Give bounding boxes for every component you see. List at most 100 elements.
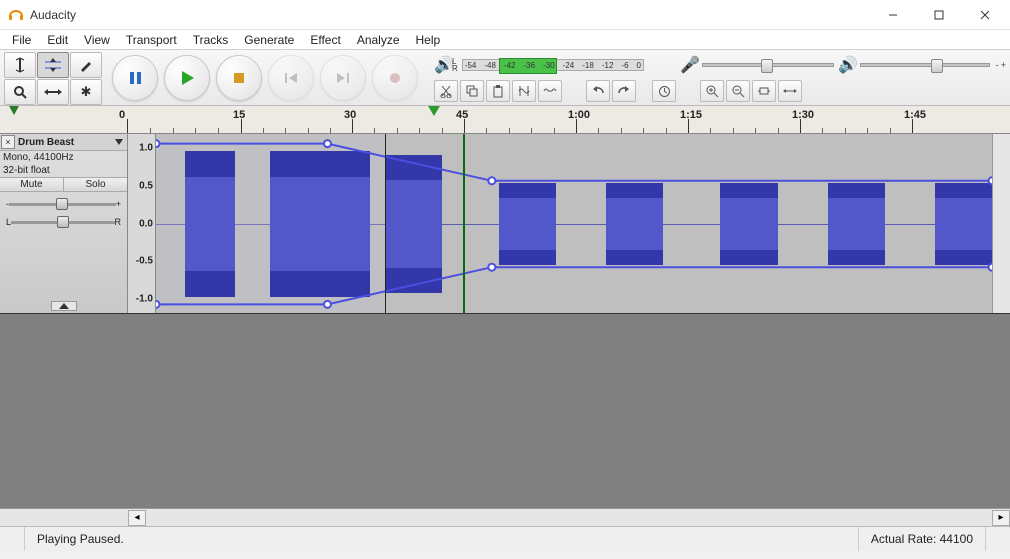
track-bitdepth: 32-bit float: [0, 164, 127, 177]
track-format: Mono, 44100Hz: [0, 151, 127, 164]
recording-volume[interactable]: 🎤 - +: [680, 53, 850, 77]
meter-tick: -48: [484, 61, 496, 70]
cut-button[interactable]: [434, 80, 458, 102]
playback-volume[interactable]: 🔊 - +: [838, 53, 1006, 77]
empty-track-area[interactable]: [0, 314, 1010, 508]
menu-help[interactable]: Help: [408, 31, 449, 49]
gain-plus-icon: +: [116, 199, 121, 209]
scale-label: 0.5: [139, 180, 153, 191]
waveform-canvas[interactable]: [156, 134, 992, 313]
status-bar: Playing Paused. Actual Rate: 44100: [0, 526, 1010, 551]
meter-tick: -24: [563, 61, 575, 70]
pan-right-icon: R: [115, 217, 122, 227]
meter-tick: -42: [504, 61, 516, 70]
speaker-icon: 🔊: [838, 55, 854, 75]
app-icon: [8, 7, 30, 23]
sync-toolbar: [652, 80, 676, 102]
edit-toolbar: [434, 80, 562, 102]
playback-minus-icon: -: [996, 60, 999, 70]
menu-analyze[interactable]: Analyze: [349, 31, 408, 49]
meter-tick: -36: [524, 61, 536, 70]
copy-button[interactable]: [460, 80, 484, 102]
meter-tick: -6: [621, 61, 628, 70]
meter-scale: -54 -48 -42 -36 -30 -24 -18 -12 -6 0: [462, 59, 644, 71]
solo-button[interactable]: Solo: [64, 178, 127, 191]
tracks-area: × Drum Beast Mono, 44100Hz 32-bit float …: [0, 134, 1010, 526]
meter-tick: -18: [582, 61, 594, 70]
vertical-scrollbar[interactable]: [992, 134, 1010, 313]
skip-start-button[interactable]: [268, 55, 314, 101]
playback-meter[interactable]: 🔊 LR -54 -48 -42 -36 -30 -24 -18 -12 -6 …: [434, 53, 644, 77]
transport-controls: [112, 54, 418, 102]
meter-tick: -30: [543, 61, 555, 70]
meter-tick: -54: [465, 61, 477, 70]
zoom-out-button[interactable]: [726, 80, 750, 102]
pan-slider[interactable]: L R: [6, 216, 121, 228]
paste-button[interactable]: [486, 80, 510, 102]
menu-view[interactable]: View: [76, 31, 118, 49]
menu-generate[interactable]: Generate: [236, 31, 302, 49]
fit-project-button[interactable]: [778, 80, 802, 102]
scroll-left-button[interactable]: ◂: [128, 510, 146, 526]
zoom-in-button[interactable]: [700, 80, 724, 102]
recording-volume-slider[interactable]: [702, 63, 834, 67]
track-name[interactable]: Drum Beast: [18, 136, 111, 149]
scroll-right-button[interactable]: ▸: [992, 510, 1010, 526]
microphone-icon: 🎤: [680, 55, 696, 75]
tools-block: ✱: [4, 52, 104, 104]
scale-label: -1.0: [136, 293, 153, 304]
close-button[interactable]: [962, 0, 1008, 30]
track-close-button[interactable]: ×: [1, 135, 15, 149]
menu-tracks[interactable]: Tracks: [185, 31, 237, 49]
play-button[interactable]: [164, 55, 210, 101]
stop-button[interactable]: [216, 55, 262, 101]
status-grip: [0, 527, 25, 551]
pause-button[interactable]: [112, 55, 158, 101]
sync-lock-button[interactable]: [652, 80, 676, 102]
redo-button[interactable]: [612, 80, 636, 102]
scale-label: 0.0: [139, 218, 153, 229]
track-row: × Drum Beast Mono, 44100Hz 32-bit float …: [0, 134, 1010, 314]
undo-button[interactable]: [586, 80, 610, 102]
history-toolbar: [586, 80, 636, 102]
status-resize[interactable]: [986, 527, 1010, 551]
timeshift-tool-icon[interactable]: [37, 79, 69, 105]
envelope-tool-icon[interactable]: [37, 52, 69, 78]
playback-volume-slider[interactable]: [860, 63, 990, 67]
collapse-button[interactable]: [51, 301, 77, 311]
menu-file[interactable]: File: [4, 31, 39, 49]
draw-tool-icon[interactable]: [70, 52, 102, 78]
app-title: Audacity: [30, 8, 76, 22]
silence-button[interactable]: [538, 80, 562, 102]
meter-tick: 0: [637, 61, 641, 70]
title-bar: Audacity: [0, 0, 1010, 30]
playback-plus-icon: +: [1001, 60, 1006, 70]
status-message: Playing Paused.: [25, 527, 859, 551]
zoom-tool-icon[interactable]: [4, 79, 36, 105]
menu-effect[interactable]: Effect: [302, 31, 348, 49]
horizontal-scrollbar[interactable]: ◂ ▸: [0, 508, 1010, 526]
gain-slider[interactable]: - +: [6, 198, 121, 210]
track-control-panel: × Drum Beast Mono, 44100Hz 32-bit float …: [0, 134, 128, 313]
trim-button[interactable]: [512, 80, 536, 102]
timeline-ruler[interactable]: 01530451:001:151:301:45: [0, 106, 1010, 134]
menu-transport[interactable]: Transport: [118, 31, 185, 49]
selection-tool-icon[interactable]: [4, 52, 36, 78]
menu-bar: File Edit View Transport Tracks Generate…: [0, 30, 1010, 50]
mute-button[interactable]: Mute: [0, 178, 64, 191]
track-menu-button[interactable]: [115, 139, 123, 145]
skip-end-button[interactable]: [320, 55, 366, 101]
minimize-button[interactable]: [870, 0, 916, 30]
record-button[interactable]: [372, 55, 418, 101]
scale-label: -0.5: [136, 256, 153, 267]
speaker-icon: 🔊: [434, 55, 450, 75]
scale-label: 1.0: [139, 143, 153, 154]
maximize-button[interactable]: [916, 0, 962, 30]
zoom-toolbar: [700, 80, 802, 102]
multi-tool-icon[interactable]: ✱: [70, 79, 102, 105]
toolbar: ✱ 🔊 LR -54 -48 -42 -36 -30 -24 -18 -12 -…: [0, 50, 1010, 106]
meter-lr-label: LR: [452, 58, 460, 72]
vertical-scale[interactable]: 1.0 0.5 0.0 -0.5 -1.0: [128, 134, 156, 313]
fit-selection-button[interactable]: [752, 80, 776, 102]
menu-edit[interactable]: Edit: [39, 31, 76, 49]
